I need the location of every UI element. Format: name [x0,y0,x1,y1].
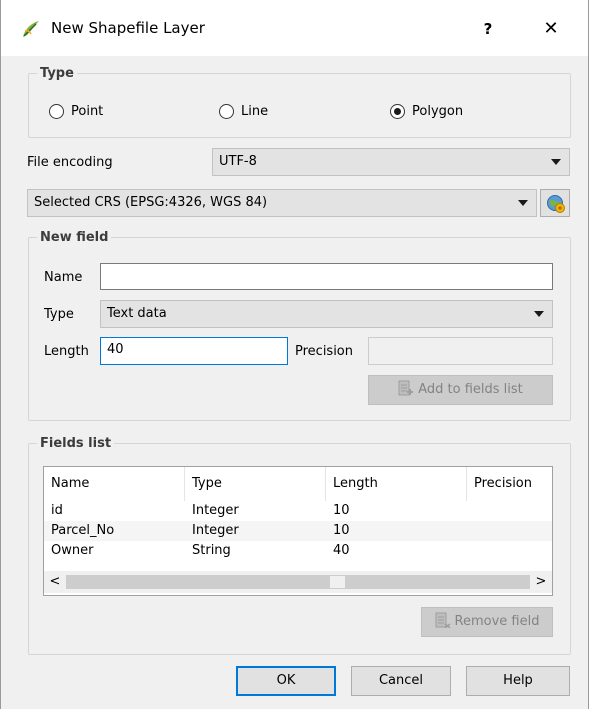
table-row[interactable]: Parcel_No Integer 10 [44,521,552,541]
new-shapefile-dialog: New Shapefile Layer ? ✕ Type Point Line … [0,0,589,709]
cell-type: Integer [192,503,239,518]
horizontal-scrollbar[interactable]: < > [44,571,552,593]
cell-length: 10 [333,523,350,538]
crs-value: Selected CRS (EPSG:4326, WGS 84) [34,195,268,210]
cell-type: Integer [192,523,239,538]
add-field-icon [398,379,414,396]
title-bar: New Shapefile Layer ? ✕ [1,0,588,56]
file-encoding-value: UTF-8 [219,154,257,169]
remove-field-label: Remove field [454,614,540,629]
ok-button[interactable]: OK [236,666,336,696]
radio-point[interactable]: Point [49,104,103,119]
field-precision-label: Precision [295,344,354,359]
crs-select-button[interactable] [540,189,570,217]
globe-icon [546,194,566,218]
column-header-type[interactable]: Type [185,467,326,501]
field-length-label: Length [44,344,89,359]
field-type-combo[interactable]: Text data [100,300,553,328]
radio-polygon[interactable]: Polygon [390,104,463,119]
scroll-right-arrow[interactable]: > [530,571,552,593]
radio-point-label: Point [71,104,104,119]
type-groupbox [28,73,571,138]
chevron-down-icon [551,159,561,165]
chevron-down-icon [534,311,544,317]
radio-polygon-label: Polygon [412,104,464,119]
scrollbar-grip [330,576,345,588]
cell-name: id [51,503,63,518]
radio-line-circle[interactable] [219,104,234,119]
field-name-input[interactable] [100,263,553,290]
chevron-down-icon [518,200,528,206]
field-type-label: Type [44,307,74,322]
field-type-value: Text data [107,306,167,321]
add-to-fields-list-label: Add to fields list [418,382,523,397]
radio-point-circle[interactable] [49,104,64,119]
radio-polygon-circle[interactable] [390,104,405,119]
scrollbar-thumb[interactable] [66,575,530,589]
type-group-title: Type [37,66,77,81]
radio-line[interactable]: Line [219,104,268,119]
column-header-name[interactable]: Name [44,467,185,501]
column-header-precision[interactable]: Precision [467,467,552,501]
scroll-left-arrow[interactable]: < [44,571,66,593]
new-field-group-title: New field [37,230,112,245]
add-to-fields-list-button[interactable]: Add to fields list [368,375,553,405]
remove-field-button[interactable]: Remove field [421,607,553,637]
fields-list-group-title: Fields list [37,436,115,451]
field-name-label: Name [44,270,83,285]
file-encoding-label: File encoding [27,155,113,170]
dialog-title: New Shapefile Layer [51,19,205,37]
remove-field-icon [435,611,451,629]
radio-line-label: Line [241,104,269,119]
close-button[interactable]: ✕ [533,14,569,44]
cancel-button[interactable]: Cancel [351,666,451,696]
table-row[interactable]: id Integer 10 [44,501,552,521]
table-header: Name Type Length Precision [44,467,552,501]
file-encoding-combo[interactable]: UTF-8 [212,148,570,176]
cell-name: Parcel_No [51,523,115,538]
cell-type: String [192,543,231,558]
field-precision-input[interactable] [368,337,553,365]
help-button[interactable]: Help [466,666,570,696]
column-header-length[interactable]: Length [326,467,467,501]
help-title-button[interactable]: ? [471,14,505,44]
field-length-input[interactable]: 40 [100,337,288,365]
crs-combo[interactable]: Selected CRS (EPSG:4326, WGS 84) [27,189,537,217]
cell-length: 40 [333,543,350,558]
fields-table[interactable]: Name Type Length Precision id Integer 10… [43,466,553,596]
cell-length: 10 [333,503,350,518]
table-row[interactable]: Owner String 40 [44,541,552,561]
cell-name: Owner [51,543,94,558]
qgis-logo-icon [21,19,41,39]
